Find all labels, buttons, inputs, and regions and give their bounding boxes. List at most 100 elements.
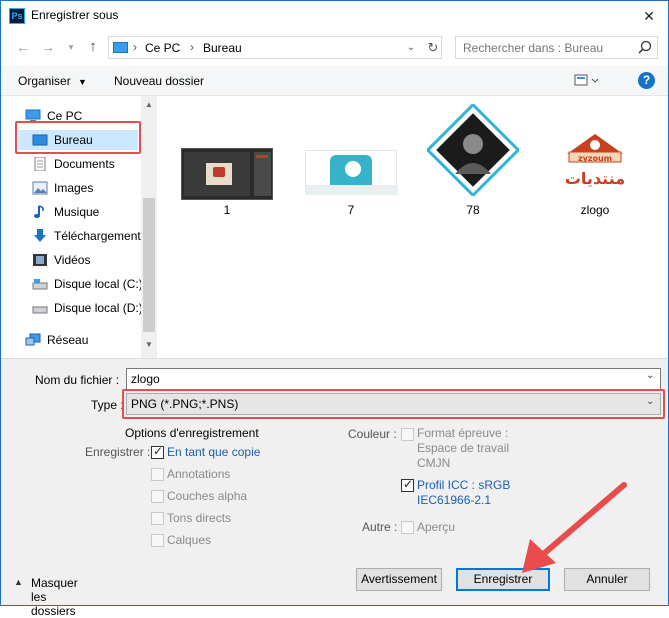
computer-icon [113,42,128,53]
sidebar-item-videos[interactable]: Vidéos [32,250,142,270]
checkbox-label: CMJN [417,456,451,470]
file-item[interactable]: zyzoum منتديات zlogo [543,96,647,217]
toolbar: Organiser ▼ Nouveau dossier ? [0,66,669,96]
file-list: 1 7 78 zyzoum منتديات zlogo [157,96,669,358]
breadcrumb-ce-pc[interactable]: Ce PC [145,41,180,55]
sidebar-item-label: Vidéos [54,253,91,267]
photoshop-icon: Ps [9,8,25,24]
sidebar-item-label: Disque local (D:) [54,301,143,315]
breadcrumb-separator-icon[interactable]: › [133,40,137,54]
chevron-down-icon[interactable]: ⌄ [403,39,419,57]
checkbox-label: Calques [167,533,212,547]
sidebar-item-musique[interactable]: Musique [32,202,142,222]
hide-folders-label: Masquer les dossiers [31,576,78,618]
close-icon[interactable]: ✕ [634,3,664,29]
checkbox-label: Espace de travail [417,441,510,455]
file-name: zlogo [580,203,610,217]
organize-button[interactable]: Organiser ▼ [18,74,87,88]
network-icon [25,333,41,346]
file-thumbnail [425,102,521,198]
checkbox-annotations [151,468,164,481]
sidebar-scrollbar[interactable]: ▲ ▼ [141,96,157,358]
save-options-label: Enregistrer : [85,445,151,459]
sidebar-item-disque-d[interactable]: Disque local (D:) [32,298,143,318]
sidebar-item-images[interactable]: Images [32,178,142,198]
sidebar-item-label: Documents [54,157,115,171]
checkbox-preview [401,521,414,534]
view-options-icon[interactable] [574,73,600,89]
file-thumbnail [181,148,273,200]
logo-text: zyzoum [578,154,612,163]
user-avatar-icon [306,155,398,195]
type-label: Type : [91,398,124,412]
search-input[interactable] [463,41,628,55]
save-button[interactable]: Enregistrer [456,568,550,591]
annotation-highlight-box [122,389,665,419]
checkbox-label: Format épreuve : [417,426,509,440]
filename-label: Nom du fichier : [35,373,120,387]
file-name: 1 [223,203,231,217]
recent-chevron-icon[interactable]: ▾ [60,36,82,58]
sidebar-item-label: Réseau [47,333,89,347]
sidebar-item-documents[interactable]: Documents [32,154,142,174]
save-options-panel: Nom du fichier : zlogo ⌄ Type : PNG (*.P… [0,358,669,618]
sidebar-item-disque-c[interactable]: Disque local (C:) [32,274,143,294]
chevron-down-icon[interactable]: ⌄ [646,370,654,381]
logo-subtext: منتديات [565,169,625,188]
drive-icon [32,306,48,314]
images-icon [32,181,48,195]
checkbox-alpha-channels [151,490,164,503]
help-icon[interactable]: ? [638,72,655,89]
checkbox-icc-profile[interactable] [401,477,414,492]
checkbox-layers [151,534,164,547]
cancel-button[interactable]: Annuler [564,568,650,591]
file-item[interactable]: 78 [421,96,525,217]
scroll-down-icon[interactable]: ▼ [141,340,157,352]
sidebar-item-telechargement[interactable]: Téléchargement [32,226,142,246]
checkbox-label: IEC61966-2.1 [417,493,492,507]
checkbox-label: Couches alpha [167,489,248,503]
file-item[interactable]: 1 [175,96,279,217]
search-icon[interactable] [636,39,654,57]
sidebar-item-label: Téléchargement [54,229,141,243]
up-arrow-icon[interactable]: ↑ [82,36,104,58]
download-icon [34,229,46,242]
refresh-icon[interactable]: ↻ [425,38,441,57]
music-icon [34,205,44,218]
scroll-thumb[interactable] [143,198,155,332]
breadcrumb-bureau[interactable]: Bureau [203,41,242,55]
checkbox-label: Tons directs [167,511,232,525]
checkbox-label: Profil ICC : sRGB [417,478,511,492]
sidebar-item-reseau[interactable]: Réseau [25,330,135,350]
portrait-icon [425,102,521,198]
file-name: 7 [347,203,355,217]
back-arrow-icon[interactable]: ← [12,36,34,58]
scroll-up-icon[interactable]: ▲ [141,100,157,112]
search-box[interactable] [455,36,658,59]
other-label: Autre : [362,520,398,534]
sidebar-item-label: Disque local (C:) [54,277,143,291]
warning-button[interactable]: Avertissement [356,568,442,591]
checkbox-as-copy[interactable] [151,444,164,459]
new-folder-button[interactable]: Nouveau dossier [114,74,204,88]
title-bar: Ps Enregistrer sous ✕ [0,0,669,32]
address-bar[interactable]: › Ce PC › Bureau ⌄ ↻ [108,36,442,59]
checkbox-spot-colors [151,512,164,525]
file-thumbnail: zyzoum منتديات [555,132,635,198]
organize-label: Organiser [18,74,71,88]
file-item[interactable]: 7 [299,96,403,217]
breadcrumb-separator-icon[interactable]: › [190,40,194,54]
documents-icon [34,157,46,171]
checkbox-label: Aperçu [417,520,456,534]
sidebar-item-label: Images [54,181,94,195]
window-title: Enregistrer sous [31,8,119,22]
filename-field[interactable]: zlogo [126,368,661,390]
drive-icon [32,279,48,290]
checkbox-label: En tant que copie [167,445,261,459]
file-thumbnail [305,150,398,195]
forward-arrow-icon[interactable]: → [37,36,59,58]
color-label: Couleur : [348,427,397,441]
zyzoum-logo-icon: zyzoum منتديات [565,134,625,188]
checkbox-proof-format [401,428,414,441]
checkbox-label: Annotations [167,467,231,481]
